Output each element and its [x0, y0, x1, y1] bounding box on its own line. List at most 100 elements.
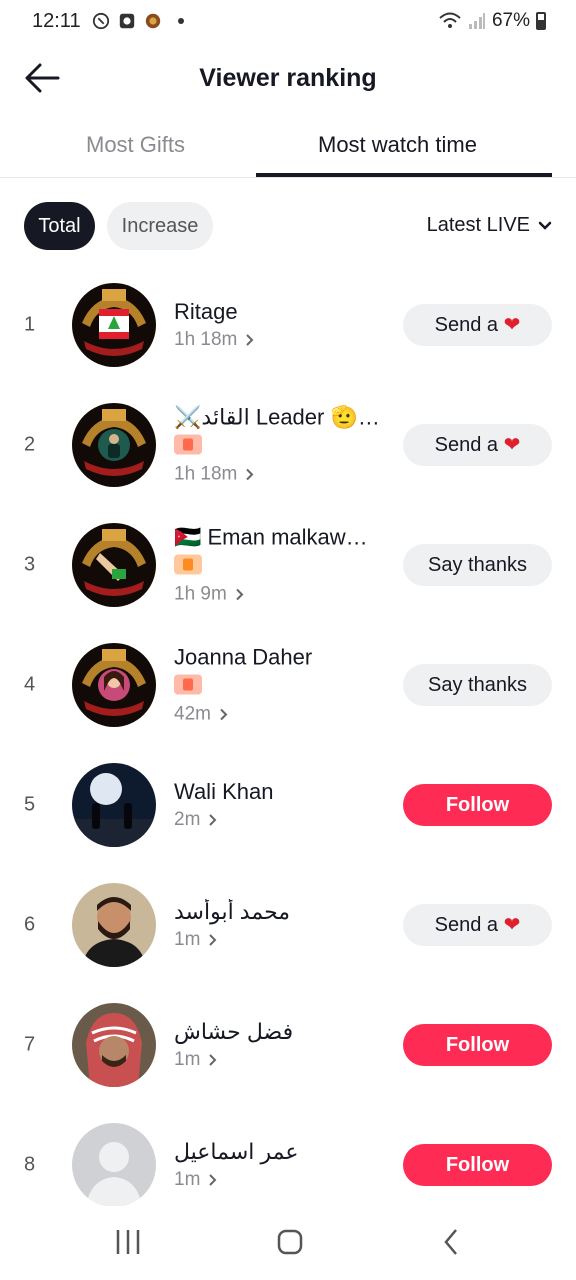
avatar[interactable] — [72, 283, 156, 367]
battery-level: 67% — [491, 10, 530, 31]
rank-number: 2 — [24, 433, 36, 456]
viewer-info: Joanna Daher 42m — [174, 645, 392, 726]
ranking-row[interactable]: 2 ⚔️القائد Leader 🫡… 1h 18m Send a ❤ — [0, 385, 576, 505]
viewer-info: محمد أبوأسد 1m — [174, 899, 392, 951]
tab-most-gifts[interactable]: Most Gifts — [86, 132, 185, 158]
level-badge-icon — [174, 434, 202, 455]
filter-bar: Total Increase Latest LIVE — [24, 200, 552, 250]
action-label: Send a — [434, 914, 499, 936]
status-bar: 12:11 67% — [0, 0, 576, 44]
watch-time-value: 1m — [174, 1049, 201, 1070]
avatar[interactable] — [72, 403, 156, 487]
watch-time-value: 1h 18m — [174, 329, 238, 350]
viewer-info: ⚔️القائد Leader 🫡… 1h 18m — [174, 405, 392, 486]
page-title: Viewer ranking — [199, 64, 377, 92]
viewer-name: محمد أبوأسد — [174, 899, 291, 924]
ranking-row[interactable]: 7 فضل حشاش 1m Follow — [0, 985, 576, 1105]
heart-icon: ❤ — [503, 434, 521, 456]
watch-time[interactable]: 1m — [174, 1169, 392, 1191]
rank-number: 7 — [24, 1033, 36, 1056]
follow-button[interactable]: Follow — [403, 1024, 552, 1066]
viewer-info: Ritage 1h 18m — [174, 299, 392, 351]
crest-avatar-icon — [72, 283, 156, 367]
watch-time-value: 1m — [174, 929, 201, 950]
send-gift-button[interactable]: Send a ❤ — [403, 304, 552, 346]
avatar[interactable] — [72, 763, 156, 847]
chevron-right-icon — [220, 708, 228, 721]
viewer-name: Ritage — [174, 299, 238, 324]
rank-number: 6 — [24, 913, 36, 936]
man-beard-avatar-icon — [72, 883, 156, 967]
increase-chip[interactable]: Increase — [107, 202, 213, 250]
ranking-row[interactable]: 5 Wali Khan 2m Follow — [0, 745, 576, 865]
chevron-right-icon — [209, 1174, 217, 1186]
level-badge-icon — [174, 674, 202, 695]
send-gift-button[interactable]: Send a ❤ — [403, 424, 552, 466]
crest-avatar-icon — [72, 643, 156, 727]
ranking-row[interactable]: 3 🇯🇴 Eman malkaw… 1h 9m Say thanks — [0, 505, 576, 625]
avatar[interactable] — [72, 1003, 156, 1087]
avatar[interactable] — [72, 643, 156, 727]
watch-time[interactable]: 2m — [174, 809, 392, 831]
default-user-avatar-icon — [72, 1123, 156, 1207]
crest-app-icon — [145, 13, 161, 29]
action-label: Send a — [434, 314, 499, 336]
send-gift-button[interactable]: Send a ❤ — [403, 904, 552, 946]
chevron-right-icon — [209, 1054, 217, 1066]
watch-time-value: 2m — [174, 809, 201, 830]
battery-icon — [536, 12, 546, 30]
man-keffiyeh-avatar-icon — [72, 1003, 156, 1087]
system-nav-bar — [0, 1206, 576, 1280]
dropdown-label: Latest LIVE — [426, 214, 530, 236]
more-notifications-dot — [178, 18, 184, 24]
chevron-right-icon — [236, 588, 244, 601]
whatsapp-icon — [92, 12, 110, 30]
heart-icon: ❤ — [503, 914, 521, 936]
watch-time[interactable]: 1h 18m — [174, 464, 392, 486]
follow-button[interactable]: Follow — [403, 1144, 552, 1186]
avatar[interactable] — [72, 883, 156, 967]
chevron-down-icon — [538, 221, 552, 230]
chevron-right-icon — [246, 334, 254, 346]
tab-most-watch-time[interactable]: Most watch time — [318, 132, 477, 158]
viewer-name: Wali Khan — [174, 779, 274, 804]
viewer-name: ⚔️القائد Leader 🫡… — [174, 404, 380, 430]
watch-time-value: 1m — [174, 1169, 201, 1190]
header: Viewer ranking — [0, 44, 576, 114]
ranking-row[interactable]: 6 محمد أبوأسد 1m Send a ❤ — [0, 865, 576, 985]
viewer-info: عمر اسماعيل 1m — [174, 1139, 392, 1191]
viewer-info: فضل حشاش 1m — [174, 1019, 392, 1071]
viewer-name: Joanna Daher — [174, 644, 313, 670]
say-thanks-button[interactable]: Say thanks — [403, 544, 552, 586]
total-chip[interactable]: Total — [24, 202, 95, 250]
watch-time[interactable]: 1m — [174, 1049, 392, 1071]
rank-number: 3 — [24, 553, 36, 576]
back-nav-icon[interactable] — [432, 1224, 472, 1260]
camera-app-icon — [119, 13, 135, 29]
action-label: Send a — [434, 434, 499, 456]
home-icon[interactable] — [270, 1224, 310, 1260]
rank-number: 1 — [24, 313, 36, 336]
avatar[interactable] — [72, 1123, 156, 1207]
level-badge-icon — [174, 554, 202, 575]
follow-button[interactable]: Follow — [403, 784, 552, 826]
chevron-right-icon — [209, 934, 217, 946]
moon-night-avatar-icon — [72, 763, 156, 847]
wifi-icon — [439, 12, 461, 28]
signal-icon — [468, 13, 485, 29]
watch-time[interactable]: 1h 18m — [174, 329, 392, 351]
viewer-name: فضل حشاش — [174, 1019, 294, 1044]
watch-time[interactable]: 1m — [174, 929, 392, 951]
watch-time[interactable]: 1h 9m — [174, 584, 392, 606]
ranking-row[interactable]: 4 Joanna Daher 42m Say thanks — [0, 625, 576, 745]
say-thanks-button[interactable]: Say thanks — [403, 664, 552, 706]
ranking-row[interactable]: 1 Ritage 1h 18m Send a ❤ — [0, 265, 576, 385]
rank-number: 4 — [24, 673, 36, 696]
avatar[interactable] — [72, 523, 156, 607]
live-session-dropdown[interactable]: Latest LIVE — [427, 214, 552, 237]
heart-icon: ❤ — [503, 314, 521, 336]
recent-apps-icon[interactable] — [108, 1224, 148, 1260]
watch-time-value: 42m — [174, 703, 211, 725]
watch-time-value: 1h 18m — [174, 463, 238, 485]
watch-time[interactable]: 42m — [174, 704, 392, 726]
